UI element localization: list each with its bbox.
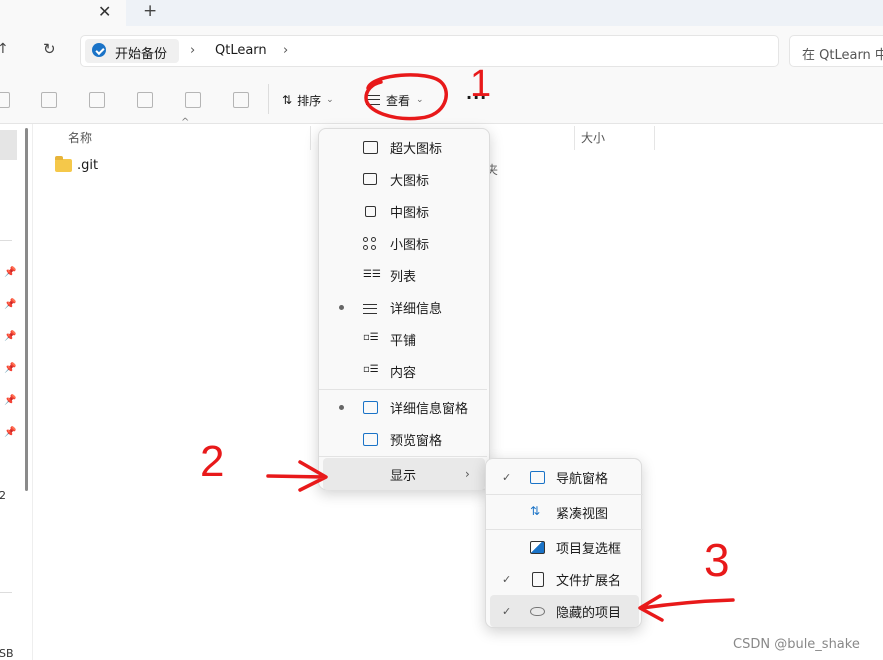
annotation-arrow-3	[638, 594, 735, 622]
annotation-circle	[364, 73, 448, 121]
annotation-number-1: 1	[470, 63, 491, 105]
annotation-layer: 1 2 3	[200, 63, 735, 622]
annotation-number-3: 3	[704, 534, 730, 586]
watermark: CSDN @bule_shake	[733, 637, 860, 652]
annotation-arrow-2	[266, 460, 328, 492]
annotation-number-2: 2	[200, 437, 224, 486]
